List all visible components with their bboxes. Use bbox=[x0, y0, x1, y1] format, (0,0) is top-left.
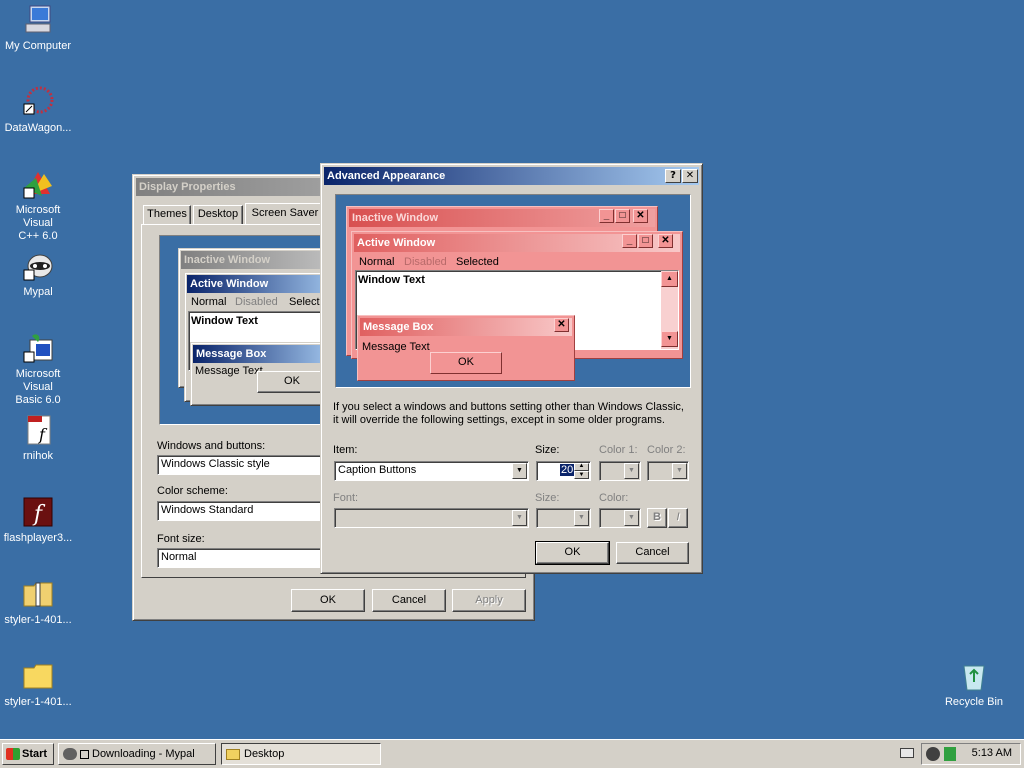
size-label: Size: bbox=[535, 444, 560, 456]
advanced-appearance-window: Advanced Appearance ? ✕ Inactive Window … bbox=[320, 163, 703, 574]
start-button[interactable]: Start bbox=[2, 743, 54, 765]
item-select[interactable]: Caption Buttons ▼ bbox=[334, 461, 529, 481]
tab-screen-saver[interactable]: Screen Saver bbox=[245, 203, 325, 225]
chevron-down-icon[interactable]: ▼ bbox=[512, 463, 527, 479]
display-cancel-button[interactable]: Cancel bbox=[372, 589, 446, 612]
desktop-icon-visual-basic[interactable]: Microsoft Visual Basic 6.0 bbox=[0, 332, 76, 407]
task-button-mypal[interactable]: Downloading - Mypal bbox=[58, 743, 216, 765]
folder-icon bbox=[226, 748, 240, 760]
mypal-icon bbox=[22, 250, 54, 282]
font-select[interactable]: ▼ bbox=[334, 508, 529, 528]
font-size-label: Size: bbox=[535, 492, 560, 504]
maximize-icon: □ bbox=[615, 209, 630, 223]
mypal-icon bbox=[63, 748, 77, 761]
font-size-select[interactable]: ▼ bbox=[536, 508, 591, 528]
color2-label: Color 2: bbox=[647, 444, 686, 456]
system-tray: 5:13 AM bbox=[921, 743, 1021, 765]
appearance-preview: Inactive Window Active Window Normal Dis… bbox=[159, 235, 344, 425]
scroll-up-icon: ▲ bbox=[661, 271, 678, 287]
advanced-appearance-titlebar[interactable]: Advanced Appearance ? ✕ bbox=[324, 167, 699, 185]
chevron-down-icon[interactable]: ▼ bbox=[624, 510, 639, 526]
close-icon: ✕ bbox=[658, 234, 673, 248]
windows-buttons-label: Windows and buttons: bbox=[157, 440, 266, 452]
volume-icon[interactable] bbox=[944, 747, 956, 761]
color2-picker[interactable]: ▼ bbox=[647, 461, 689, 481]
flash-player-icon: f bbox=[22, 496, 54, 528]
spinner-up-icon[interactable]: ▲ bbox=[574, 463, 589, 471]
preview-message-box: Message Box Message Text OK bbox=[190, 342, 340, 406]
close-icon: ✕ bbox=[685, 170, 695, 181]
visual-cpp-icon bbox=[22, 168, 54, 200]
windows-buttons-select[interactable]: Windows Classic style bbox=[157, 455, 327, 475]
minimize-icon: _ bbox=[599, 209, 614, 223]
desktop-icon-styler-zip[interactable]: styler-1-401... bbox=[0, 578, 76, 627]
network-icon[interactable] bbox=[926, 747, 940, 761]
clock[interactable]: 5:13 AM bbox=[972, 747, 1012, 759]
chevron-down-icon[interactable]: ▼ bbox=[512, 510, 527, 526]
visual-basic-icon bbox=[22, 332, 54, 364]
advanced-ok-button[interactable]: OK bbox=[535, 541, 610, 565]
item-label: Item: bbox=[333, 444, 358, 456]
desktop-icon-my-computer[interactable]: My Computer bbox=[0, 4, 76, 53]
info-text-line1: If you select a windows and buttons sett… bbox=[333, 401, 684, 413]
spinner-down-icon[interactable]: ▼ bbox=[574, 471, 589, 479]
chevron-down-icon[interactable]: ▼ bbox=[574, 510, 589, 526]
advanced-preview: Inactive Window _ □ ✕ Active Window _ □ … bbox=[335, 194, 691, 388]
close-button[interactable]: ✕ bbox=[682, 169, 698, 183]
folder-icon bbox=[22, 660, 54, 692]
size-value[interactable]: 20 bbox=[560, 464, 575, 476]
my-computer-icon bbox=[22, 4, 54, 36]
scrollbar: ▲ ▼ bbox=[661, 271, 678, 349]
recycle-bin-icon bbox=[958, 660, 990, 692]
maximize-icon: □ bbox=[638, 234, 653, 248]
font-color-label: Color: bbox=[599, 492, 629, 504]
scroll-down-icon: ▼ bbox=[661, 331, 678, 347]
font-label: Font: bbox=[333, 492, 359, 504]
task-button-desktop[interactable]: Desktop bbox=[221, 743, 381, 765]
desktop-icon-mypal[interactable]: Mypal bbox=[0, 250, 76, 299]
font-size-label: Font size: bbox=[157, 533, 205, 545]
close-icon: ✕ bbox=[554, 318, 569, 332]
tab-themes[interactable]: Themes bbox=[143, 205, 191, 225]
datawagon-icon bbox=[22, 86, 54, 118]
close-icon: ✕ bbox=[633, 209, 648, 223]
desktop-icon-datawagon[interactable]: DataWagon... bbox=[0, 86, 76, 135]
display-ok-button[interactable]: OK bbox=[291, 589, 365, 612]
color1-picker[interactable]: ▼ bbox=[599, 461, 641, 481]
help-icon: ? bbox=[670, 170, 676, 181]
desktop-icon-visual-cpp[interactable]: Microsoft Visual C++ 6.0 bbox=[0, 168, 76, 243]
italic-button[interactable]: I bbox=[668, 508, 688, 528]
display-apply-button[interactable]: Apply bbox=[452, 589, 526, 612]
desktop-icon-recycle-bin[interactable]: Recycle Bin bbox=[936, 660, 1012, 709]
font-color-picker[interactable]: ▼ bbox=[599, 508, 641, 528]
color-scheme-select[interactable]: Windows Standard bbox=[157, 501, 327, 521]
zip-folder-icon bbox=[22, 578, 54, 610]
swf-file-icon: f bbox=[22, 414, 54, 446]
minimize-icon: _ bbox=[622, 234, 637, 248]
advanced-cancel-button[interactable]: Cancel bbox=[616, 542, 689, 564]
color1-label: Color 1: bbox=[599, 444, 638, 456]
color-scheme-label: Color scheme: bbox=[157, 485, 228, 497]
adv-preview-message-box: Message Box ✕ Message Text OK bbox=[357, 315, 575, 381]
size-spinner[interactable]: 20 ▲ ▼ bbox=[536, 461, 591, 481]
font-size-select[interactable]: Normal bbox=[157, 548, 327, 568]
bold-button[interactable]: B bbox=[647, 508, 667, 528]
chevron-down-icon[interactable]: ▼ bbox=[624, 463, 639, 479]
help-button[interactable]: ? bbox=[665, 169, 681, 183]
tab-desktop[interactable]: Desktop bbox=[193, 205, 243, 225]
info-text-line2: it will override the following settings,… bbox=[333, 414, 665, 426]
keyboard-icon[interactable] bbox=[900, 748, 914, 758]
desktop-icon-flashplayer[interactable]: f flashplayer3... bbox=[0, 496, 76, 545]
windows-logo-icon bbox=[6, 748, 20, 761]
chevron-down-icon[interactable]: ▼ bbox=[672, 463, 687, 479]
desktop-icon-rnihok[interactable]: f rnihok bbox=[0, 414, 76, 463]
checkbox-icon bbox=[80, 749, 89, 759]
desktop-icon-styler-folder[interactable]: styler-1-401... bbox=[0, 660, 76, 709]
taskbar: Start Downloading - Mypal Desktop 5:13 A… bbox=[0, 739, 1024, 768]
